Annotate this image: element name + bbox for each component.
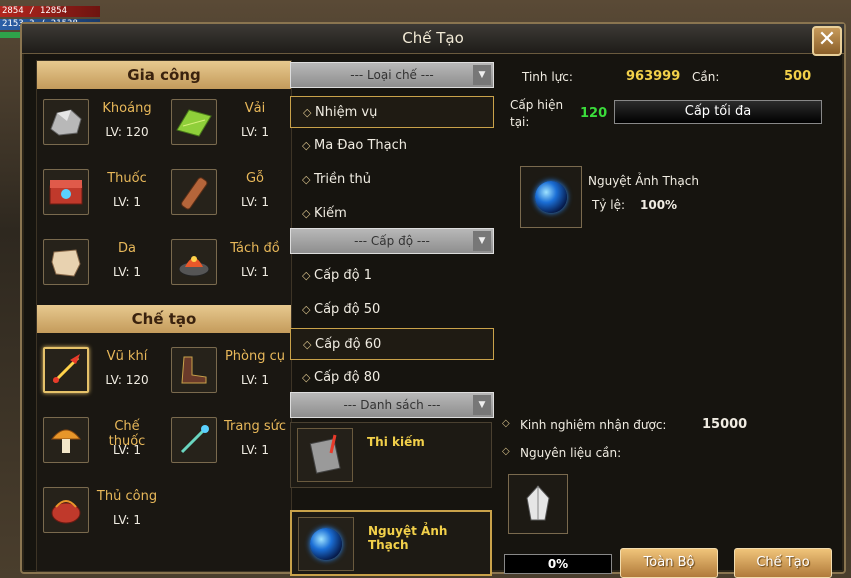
result-name: Nguyệt Ảnh Thạch	[588, 174, 699, 188]
close-button[interactable]: ✕	[812, 26, 842, 56]
diamond-bullet-icon: ◇	[303, 106, 312, 119]
skill-phong-cu[interactable]: Phòng cụ LV: 1	[165, 343, 285, 403]
max-level-button[interactable]: Cấp tối đa	[614, 100, 822, 124]
diamond-bullet-icon: ◇	[302, 173, 311, 186]
boots-icon	[171, 347, 217, 393]
cap-hien-tai-label-2: tại:	[510, 115, 530, 129]
skill-da[interactable]: Da LV: 1	[37, 235, 157, 295]
type-dropdown[interactable]: --- Loại chế --- ▼	[290, 62, 494, 88]
moon-gem-icon	[298, 517, 354, 571]
chevron-down-icon: ▼	[473, 231, 491, 251]
can-value: 500	[784, 69, 812, 84]
recipe-thi-kiem[interactable]: Thi kiếm	[290, 422, 492, 488]
exp-value: 15000	[702, 417, 748, 432]
ore-icon	[43, 99, 89, 145]
diamond-bullet-icon: ◇	[302, 207, 311, 220]
jewelry-icon	[171, 417, 217, 463]
level-item-60[interactable]: ◇ Cấp độ 60	[290, 328, 494, 360]
level-dropdown[interactable]: --- Cấp độ --- ▼	[290, 228, 494, 254]
xp-bar	[0, 32, 20, 38]
filter-panel: --- Loại chế --- ▼ ◇ Nhiệm vụ ◇ Ma Đao Thạ…	[290, 60, 496, 576]
exp-label: Kinh nghiệm nhận được:	[520, 418, 667, 432]
list-dropdown[interactable]: --- Danh sách --- ▼	[290, 392, 494, 418]
crafting-window: Chế Tạo ✕ Gia công Khoáng LV: 120 Vải LV…	[20, 22, 846, 578]
tinh-luc-value: 963999	[626, 69, 681, 84]
type-item-nhiem-vu[interactable]: ◇ Nhiệm vụ	[290, 96, 494, 128]
tinh-luc-label: Tinh lực:	[522, 70, 573, 84]
skill-thuoc[interactable]: Thuốc LV: 1	[37, 165, 157, 225]
skill-tach-do[interactable]: Tách đồ LV: 1	[165, 235, 285, 295]
can-label: Cần:	[692, 70, 720, 84]
crystal-shard-icon	[508, 474, 568, 534]
diamond-bullet-icon: ◇	[302, 303, 311, 316]
skill-khoang[interactable]: Khoáng LV: 120	[37, 95, 157, 155]
level-item-1[interactable]: ◇ Cấp độ 1	[290, 260, 494, 292]
ty-le-label: Tỷ lệ:	[592, 198, 626, 212]
ty-le-value: 100%	[640, 198, 678, 212]
che-tao-header: Chế tạo	[37, 305, 291, 333]
detail-panel: Tinh lực: 963999 Cần: 500 Cấp hiện tại: …	[500, 60, 834, 578]
cap-hien-tai-label: Cấp hiện	[510, 98, 564, 112]
hp-bar: 2854 / 12854	[0, 6, 100, 17]
diamond-bullet-icon: ◇	[303, 338, 312, 351]
skill-go[interactable]: Gỗ LV: 1	[165, 165, 285, 225]
skill-thu-cong[interactable]: Thủ công LV: 1	[37, 483, 157, 543]
diamond-bullet-icon: ◇	[502, 446, 510, 457]
result-gem-icon	[520, 166, 582, 228]
type-item-kiem[interactable]: ◇ Kiếm	[290, 198, 494, 230]
chevron-down-icon: ▼	[473, 65, 491, 85]
craft-all-button[interactable]: Toàn Bộ	[620, 548, 718, 578]
craft-progress-bar: 0%	[504, 554, 612, 574]
skill-panel: Gia công Khoáng LV: 120 Vải LV: 1 Thuốc …	[36, 60, 292, 572]
diamond-bullet-icon: ◇	[302, 371, 311, 384]
level-item-50[interactable]: ◇ Cấp độ 50	[290, 294, 494, 326]
craft-button[interactable]: Chế Tạo	[734, 548, 832, 578]
type-item-trien-thu[interactable]: ◇ Triền thủ	[290, 164, 494, 196]
gia-cong-header: Gia công	[37, 61, 291, 89]
diamond-bullet-icon: ◇	[302, 269, 311, 282]
weapon-icon	[43, 347, 89, 393]
sword-icon	[297, 428, 353, 482]
diamond-bullet-icon: ◇	[502, 418, 510, 429]
disassemble-icon	[171, 239, 217, 285]
level-item-80[interactable]: ◇ Cấp độ 80	[290, 362, 494, 394]
skill-trang-suc[interactable]: Trang sức LV: 1	[165, 413, 286, 473]
mushroom-icon	[43, 417, 89, 463]
chevron-down-icon: ▼	[473, 395, 491, 415]
skill-che-thuoc[interactable]: Chế thuốc LV: 1	[37, 413, 157, 473]
type-item-ma-dao-thach[interactable]: ◇ Ma Đao Thạch	[290, 130, 494, 162]
basket-icon	[43, 487, 89, 533]
cap-hien-tai-value: 120	[580, 106, 608, 121]
recipe-nguyet-anh-thach[interactable]: Nguyệt Ảnh Thạch	[290, 510, 492, 576]
material-label: Nguyên liệu cần:	[520, 446, 622, 460]
leather-icon	[43, 239, 89, 285]
window-title: Chế Tạo	[22, 24, 844, 54]
skill-vu-khi[interactable]: Vũ khí LV: 120	[37, 343, 157, 403]
medicine-box-icon	[43, 169, 89, 215]
diamond-bullet-icon: ◇	[302, 139, 311, 152]
skill-vai[interactable]: Vải LV: 1	[165, 95, 285, 155]
cloth-icon	[171, 99, 217, 145]
wood-icon	[171, 169, 217, 215]
